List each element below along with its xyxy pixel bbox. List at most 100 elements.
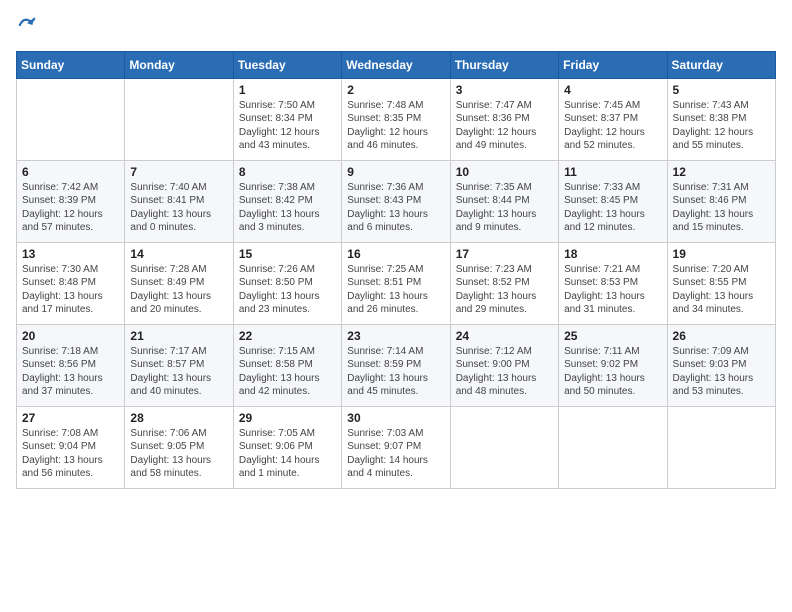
cell-info: Sunrise: 7:33 AMSunset: 8:45 PMDaylight:… [564, 181, 661, 235]
day-number: 18 [564, 247, 661, 261]
cell-info: Sunrise: 7:25 AMSunset: 8:51 PMDaylight:… [347, 263, 444, 317]
day-number: 9 [347, 165, 444, 179]
calendar-week-row: 1 Sunrise: 7:50 AMSunset: 8:34 PMDaylight… [17, 78, 776, 160]
calendar-cell: 15 Sunrise: 7:26 AMSunset: 8:50 PMDayligh… [233, 242, 341, 324]
day-number: 23 [347, 329, 444, 343]
cell-info: Sunrise: 7:15 AMSunset: 8:58 PMDaylight:… [239, 345, 336, 399]
day-number: 6 [22, 165, 119, 179]
calendar-week-row: 27 Sunrise: 7:08 AMSunset: 9:04 PMDayligh… [17, 406, 776, 488]
calendar-cell [17, 78, 125, 160]
day-number: 25 [564, 329, 661, 343]
weekday-header: Thursday [450, 51, 558, 78]
day-number: 7 [130, 165, 227, 179]
calendar-week-row: 13 Sunrise: 7:30 AMSunset: 8:48 PMDayligh… [17, 242, 776, 324]
cell-info: Sunrise: 7:17 AMSunset: 8:57 PMDaylight:… [130, 345, 227, 399]
calendar-cell: 20 Sunrise: 7:18 AMSunset: 8:56 PMDayligh… [17, 324, 125, 406]
day-number: 26 [673, 329, 770, 343]
calendar-cell: 19 Sunrise: 7:20 AMSunset: 8:55 PMDayligh… [667, 242, 775, 324]
day-number: 5 [673, 83, 770, 97]
day-number: 30 [347, 411, 444, 425]
day-number: 29 [239, 411, 336, 425]
calendar-cell: 18Sunrise: 7:21 AMSunset: 8:53 PMDayligh… [559, 242, 667, 324]
cell-info: Sunrise: 7:03 AMSunset: 9:07 PMDaylight:… [347, 427, 444, 481]
calendar-cell: 21 Sunrise: 7:17 AMSunset: 8:57 PMDayligh… [125, 324, 233, 406]
calendar-cell [559, 406, 667, 488]
calendar-cell: 23 Sunrise: 7:14 AMSunset: 8:59 PMDayligh… [342, 324, 450, 406]
calendar-week-row: 6 Sunrise: 7:42 AMSunset: 8:39 PMDaylight… [17, 160, 776, 242]
day-number: 1 [239, 83, 336, 97]
cell-info: Sunrise: 7:30 AMSunset: 8:48 PMDaylight:… [22, 263, 119, 317]
day-number: 27 [22, 411, 119, 425]
weekday-header: Sunday [17, 51, 125, 78]
day-number: 21 [130, 329, 227, 343]
logo-icon [18, 16, 36, 34]
day-number: 8 [239, 165, 336, 179]
calendar-table: SundayMondayTuesdayWednesdayThursdayFrid… [16, 51, 776, 489]
calendar-cell [450, 406, 558, 488]
logo [16, 16, 36, 39]
day-number: 20 [22, 329, 119, 343]
day-number: 11 [564, 165, 661, 179]
day-number: 13 [22, 247, 119, 261]
day-number: 28 [130, 411, 227, 425]
day-number: 4 [564, 83, 661, 97]
day-number: 17 [456, 247, 553, 261]
day-number: 14 [130, 247, 227, 261]
weekday-header: Wednesday [342, 51, 450, 78]
day-number: 24 [456, 329, 553, 343]
cell-info: Sunrise: 7:06 AMSunset: 9:05 PMDaylight:… [130, 427, 227, 481]
calendar-cell: 30 Sunrise: 7:03 AMSunset: 9:07 PMDayligh… [342, 406, 450, 488]
calendar-cell: 9Sunrise: 7:36 AMSunset: 8:43 PMDaylight… [342, 160, 450, 242]
cell-info: Sunrise: 7:18 AMSunset: 8:56 PMDaylight:… [22, 345, 119, 399]
page-header [16, 16, 776, 39]
calendar-cell: 22Sunrise: 7:15 AMSunset: 8:58 PMDayligh… [233, 324, 341, 406]
calendar-cell: 13 Sunrise: 7:30 AMSunset: 8:48 PMDayligh… [17, 242, 125, 324]
weekday-header: Saturday [667, 51, 775, 78]
cell-info: Sunrise: 7:50 AMSunset: 8:34 PMDaylight:… [239, 99, 336, 153]
cell-info: Sunrise: 7:28 AMSunset: 8:49 PMDaylight:… [130, 263, 227, 317]
weekday-header: Monday [125, 51, 233, 78]
calendar-cell: 4 Sunrise: 7:45 AMSunset: 8:37 PMDaylight… [559, 78, 667, 160]
cell-info: Sunrise: 7:47 AMSunset: 8:36 PMDaylight:… [456, 99, 553, 153]
calendar-cell: 25 Sunrise: 7:11 AMSunset: 9:02 PMDayligh… [559, 324, 667, 406]
calendar-cell: 3 Sunrise: 7:47 AMSunset: 8:36 PMDaylight… [450, 78, 558, 160]
day-number: 16 [347, 247, 444, 261]
calendar-cell: 26 Sunrise: 7:09 AMSunset: 9:03 PMDayligh… [667, 324, 775, 406]
calendar-cell: 29 Sunrise: 7:05 AMSunset: 9:06 PMDayligh… [233, 406, 341, 488]
calendar-week-row: 20 Sunrise: 7:18 AMSunset: 8:56 PMDayligh… [17, 324, 776, 406]
cell-info: Sunrise: 7:20 AMSunset: 8:55 PMDaylight:… [673, 263, 770, 317]
cell-info: Sunrise: 7:48 AMSunset: 8:35 PMDaylight:… [347, 99, 444, 153]
calendar-cell [125, 78, 233, 160]
calendar-header-row: SundayMondayTuesdayWednesdayThursdayFrid… [17, 51, 776, 78]
cell-info: Sunrise: 7:08 AMSunset: 9:04 PMDaylight:… [22, 427, 119, 481]
calendar-cell: 27 Sunrise: 7:08 AMSunset: 9:04 PMDayligh… [17, 406, 125, 488]
calendar-cell: 2Sunrise: 7:48 AMSunset: 8:35 PMDaylight… [342, 78, 450, 160]
cell-info: Sunrise: 7:05 AMSunset: 9:06 PMDaylight:… [239, 427, 336, 481]
weekday-header: Friday [559, 51, 667, 78]
calendar-cell: 11 Sunrise: 7:33 AMSunset: 8:45 PMDayligh… [559, 160, 667, 242]
calendar-cell: 12Sunrise: 7:31 AMSunset: 8:46 PMDayligh… [667, 160, 775, 242]
calendar-cell: 1 Sunrise: 7:50 AMSunset: 8:34 PMDaylight… [233, 78, 341, 160]
cell-info: Sunrise: 7:35 AMSunset: 8:44 PMDaylight:… [456, 181, 553, 235]
cell-info: Sunrise: 7:45 AMSunset: 8:37 PMDaylight:… [564, 99, 661, 153]
cell-info: Sunrise: 7:42 AMSunset: 8:39 PMDaylight:… [22, 181, 119, 235]
cell-info: Sunrise: 7:14 AMSunset: 8:59 PMDaylight:… [347, 345, 444, 399]
cell-info: Sunrise: 7:11 AMSunset: 9:02 PMDaylight:… [564, 345, 661, 399]
cell-info: Sunrise: 7:31 AMSunset: 8:46 PMDaylight:… [673, 181, 770, 235]
calendar-cell: 16 Sunrise: 7:25 AMSunset: 8:51 PMDayligh… [342, 242, 450, 324]
calendar-cell: 5 Sunrise: 7:43 AMSunset: 8:38 PMDaylight… [667, 78, 775, 160]
calendar-cell: 28 Sunrise: 7:06 AMSunset: 9:05 PMDayligh… [125, 406, 233, 488]
calendar-cell [667, 406, 775, 488]
day-number: 15 [239, 247, 336, 261]
calendar-cell: 24 Sunrise: 7:12 AMSunset: 9:00 PMDayligh… [450, 324, 558, 406]
cell-info: Sunrise: 7:12 AMSunset: 9:00 PMDaylight:… [456, 345, 553, 399]
day-number: 3 [456, 83, 553, 97]
cell-info: Sunrise: 7:09 AMSunset: 9:03 PMDaylight:… [673, 345, 770, 399]
day-number: 19 [673, 247, 770, 261]
calendar-cell: 6 Sunrise: 7:42 AMSunset: 8:39 PMDaylight… [17, 160, 125, 242]
cell-info: Sunrise: 7:40 AMSunset: 8:41 PMDaylight:… [130, 181, 227, 235]
cell-info: Sunrise: 7:43 AMSunset: 8:38 PMDaylight:… [673, 99, 770, 153]
cell-info: Sunrise: 7:26 AMSunset: 8:50 PMDaylight:… [239, 263, 336, 317]
weekday-header: Tuesday [233, 51, 341, 78]
cell-info: Sunrise: 7:23 AMSunset: 8:52 PMDaylight:… [456, 263, 553, 317]
